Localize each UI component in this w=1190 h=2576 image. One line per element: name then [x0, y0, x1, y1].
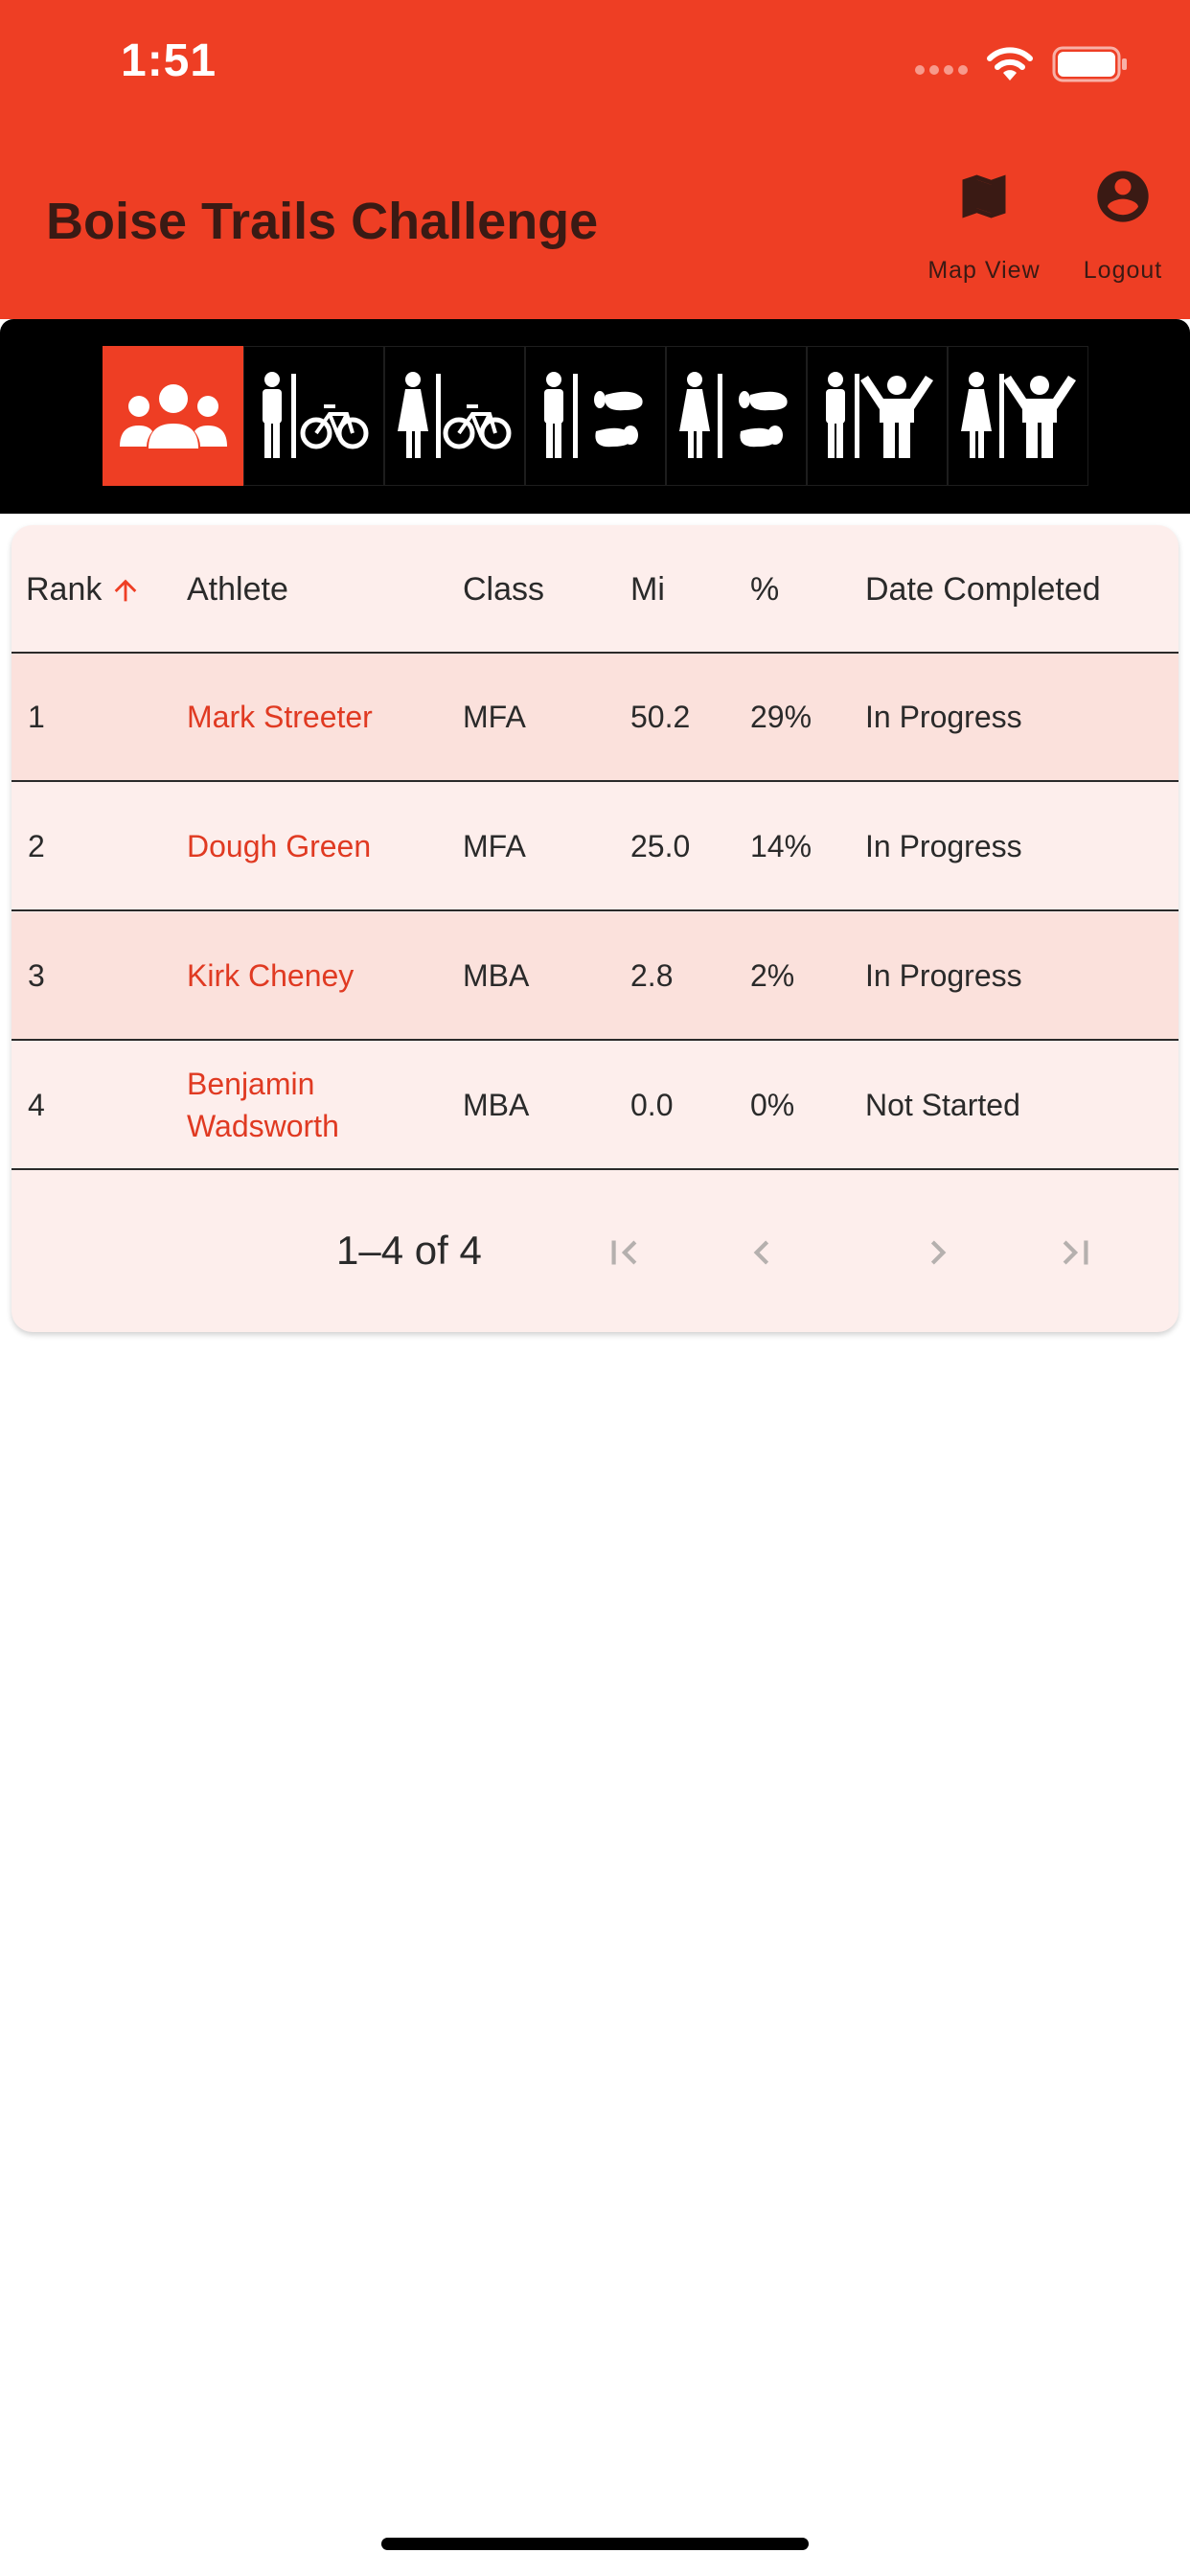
table-row: 4 Benjamin Wadsworth MBA 0.0 0% Not Star…: [11, 1042, 1179, 1170]
cell-class: MFA: [463, 829, 526, 863]
cell-percent: 2%: [750, 958, 795, 993]
column-header-rank-label: Rank: [26, 571, 103, 608]
table-row: 1 Mark Streeter MFA 50.2 29% In Progress: [11, 654, 1179, 782]
table-row: 2 Dough Green MFA 25.0 14% In Progress: [11, 783, 1179, 911]
column-header-date-completed[interactable]: Date Completed: [865, 571, 1101, 609]
cell-percent: 29%: [750, 700, 812, 734]
filter-female-foot[interactable]: [666, 346, 807, 486]
chevron-left-icon: [753, 1240, 769, 1265]
category-filter-bar: [0, 319, 1190, 514]
cell-percent: 0%: [750, 1088, 795, 1122]
cell-rank: 4: [28, 1088, 45, 1122]
cell-athlete-link[interactable]: Benjamin Wadsworth: [187, 1063, 350, 1147]
category-toggle-group: [103, 346, 1089, 486]
female-kids-icon: [960, 372, 1076, 458]
logout-label: Logout: [1083, 257, 1163, 284]
table-header: Rank Athlete Class Mi % Date Completed: [11, 525, 1179, 654]
filter-male-foot[interactable]: [525, 346, 666, 486]
cell-rank: 2: [28, 829, 45, 863]
battery-icon: [1052, 46, 1127, 82]
cell-miles: 0.0: [630, 1088, 674, 1122]
column-header-mi[interactable]: Mi: [630, 571, 665, 609]
column-header-class[interactable]: Class: [463, 571, 544, 609]
cell-percent: 14%: [750, 829, 812, 863]
table-row: 3 Kirk Cheney MBA 2.8 2% In Progress: [11, 912, 1179, 1041]
cell-class: MBA: [463, 1088, 530, 1122]
first-page-button[interactable]: [595, 1224, 652, 1281]
cell-miles: 50.2: [630, 700, 691, 734]
map-view-label: Map View: [927, 257, 1041, 284]
table-pagination: 1–4 of 4: [11, 1173, 1179, 1332]
group-icon: [119, 384, 227, 448]
cell-class: MFA: [463, 700, 526, 734]
cell-rank: 3: [28, 958, 45, 993]
cell-date-completed: In Progress: [865, 958, 1022, 993]
filter-male-kids[interactable]: [807, 346, 948, 486]
male-foot-icon: [543, 372, 643, 458]
cell-date-completed: In Progress: [865, 700, 1022, 734]
female-bike-icon: [397, 372, 511, 458]
sort-ascending-arrow-icon: [115, 579, 137, 601]
filter-female-kids[interactable]: [948, 346, 1088, 486]
filter-all-athletes[interactable]: [103, 346, 243, 486]
map-view-button[interactable]: Map View: [922, 153, 1046, 285]
page-range-label: 1–4 of 4: [336, 1228, 482, 1273]
app-title: Boise Trails Challenge: [46, 193, 599, 250]
filter-female-bike[interactable]: [384, 346, 525, 486]
wifi-icon: [987, 47, 1033, 80]
female-foot-icon: [678, 372, 788, 458]
cell-miles: 2.8: [630, 958, 674, 993]
column-header-rank[interactable]: Rank: [26, 571, 142, 609]
male-kids-icon: [825, 372, 933, 458]
cellular-signal-icon: [915, 65, 968, 75]
cell-athlete-link[interactable]: Dough Green: [187, 825, 436, 867]
logout-button[interactable]: Logout: [1065, 153, 1180, 285]
cell-date-completed: Not Started: [865, 1088, 1020, 1122]
cell-class: MBA: [463, 958, 530, 993]
account-circle-icon: [1085, 153, 1161, 240]
male-bike-icon: [262, 372, 368, 458]
column-header-percent[interactable]: %: [750, 571, 779, 609]
cell-athlete-link[interactable]: Kirk Cheney: [187, 954, 436, 997]
status-time: 1:51: [121, 35, 217, 86]
map-icon: [946, 153, 1022, 240]
app-header: 1:51 Boise Trails Challenge Map View Log…: [0, 0, 1190, 319]
home-indicator[interactable]: [381, 2538, 809, 2550]
last-page-button[interactable]: [1047, 1224, 1105, 1281]
last-page-icon: [1063, 1240, 1088, 1265]
next-page-button[interactable]: [909, 1224, 967, 1281]
cell-miles: 25.0: [630, 829, 691, 863]
filter-male-bike[interactable]: [243, 346, 384, 486]
leaderboard-table: Rank Athlete Class Mi % Date Completed 1…: [11, 525, 1179, 1332]
previous-page-button[interactable]: [733, 1224, 790, 1281]
column-header-athlete[interactable]: Athlete: [187, 571, 288, 609]
cell-date-completed: In Progress: [865, 829, 1022, 863]
cell-rank: 1: [28, 700, 45, 734]
cell-athlete-link[interactable]: Mark Streeter: [187, 696, 436, 738]
first-page-icon: [611, 1240, 637, 1265]
chevron-right-icon: [930, 1240, 947, 1265]
